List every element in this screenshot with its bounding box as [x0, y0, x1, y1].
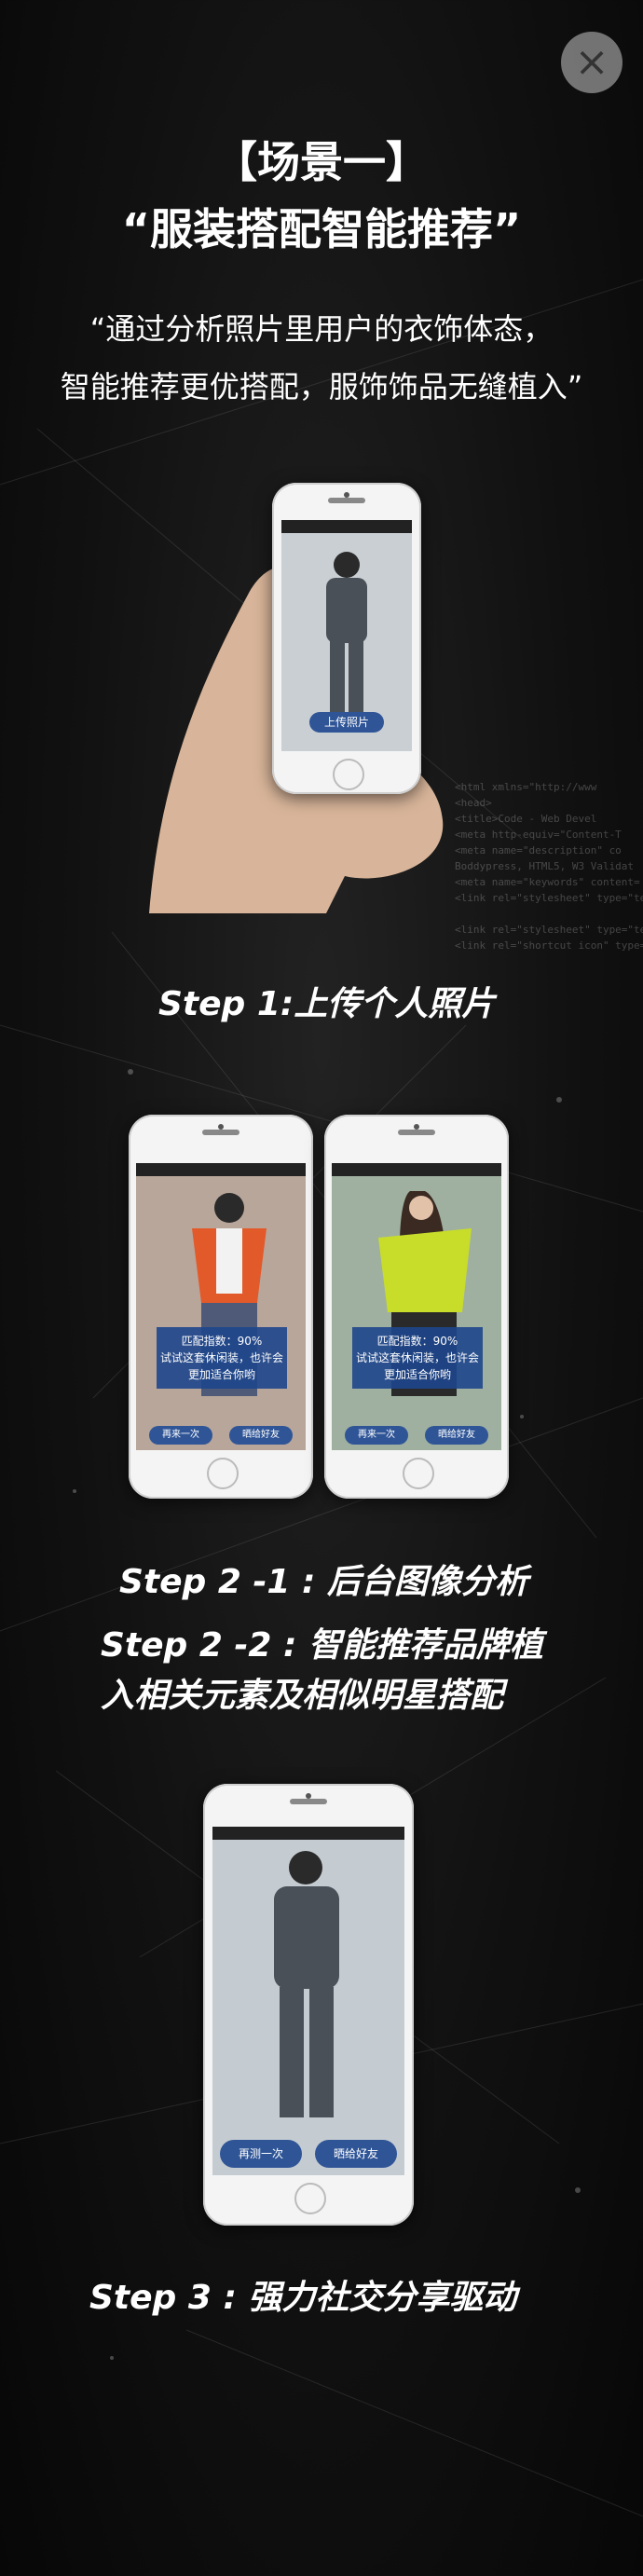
intro-quote-line2: 智能推荐更优搭配，服饰饰品无缝植入” — [60, 369, 583, 404]
share-friends-button[interactable]: 晒给好友 — [425, 1426, 488, 1445]
home-button[interactable] — [403, 1458, 434, 1489]
intro-quote-line1: “通过分析照片里用户的衣饰体态， — [89, 311, 554, 347]
try-again-button[interactable]: 再来一次 — [149, 1426, 212, 1445]
step2-2-label: Step 2 -2 : 智能推荐品牌植 — [101, 1626, 543, 1665]
match-score: 匹配指数：90% — [376, 1335, 458, 1348]
home-button[interactable] — [294, 2183, 326, 2214]
person-photo — [212, 1840, 404, 2175]
step2-left-screen: 匹配指数：90% 试试这套休闲装，也许会 更加适合你哟 再来一次 晒给好友 — [136, 1163, 306, 1450]
step3-phone: 再测一次 晒给好友 — [203, 1784, 414, 2226]
match-suggestion: 试试这套休闲装，也许会 — [355, 1351, 479, 1364]
share-friends-button[interactable]: 晒给好友 — [315, 2140, 397, 2168]
match-suggestion-tail: 更加适合你哟 — [187, 1368, 255, 1381]
match-result-box: 匹配指数：90% 试试这套休闲装，也许会 更加适合你哟 — [157, 1327, 287, 1389]
page-title-line1: 【场景一】 — [214, 137, 429, 187]
step2-right-screen: 匹配指数：90% 试试这套休闲装，也许会 更加适合你哟 再来一次 晒给好友 — [332, 1163, 501, 1450]
step3-screen: 再测一次 晒给好友 — [212, 1827, 404, 2175]
step1-label: Step 1:上传个人照片 — [158, 985, 496, 1023]
speaker-grille — [202, 1130, 239, 1135]
try-again-button[interactable]: 再来一次 — [345, 1426, 408, 1445]
person-photo — [332, 1176, 501, 1450]
close-icon[interactable]: × — [561, 32, 622, 93]
background-code-snippet: <html xmlns="http://www <head> <title>Co… — [455, 781, 643, 952]
step3-label: Step 3 : 强力社交分享驱动 — [89, 2279, 517, 2317]
step1-phone: 上传照片 — [272, 483, 421, 794]
person-photo — [136, 1176, 306, 1450]
step2-right-phone: 匹配指数：90% 试试这套休闲装，也许会 更加适合你哟 再来一次 晒给好友 — [324, 1115, 509, 1499]
share-friends-button[interactable]: 晒给好友 — [229, 1426, 293, 1445]
speaker-grille — [290, 1799, 327, 1804]
step2-2-label-cont: 入相关元素及相似明星搭配 — [101, 1677, 504, 1715]
step2-left-phone: 匹配指数：90% 试试这套休闲装，也许会 更加适合你哟 再来一次 晒给好友 — [129, 1115, 313, 1499]
home-button[interactable] — [207, 1458, 239, 1489]
step2-1-label: Step 2 -1 : 后台图像分析 — [119, 1563, 528, 1601]
home-button[interactable] — [333, 759, 364, 790]
speaker-grille — [328, 498, 365, 503]
match-suggestion-tail: 更加适合你哟 — [383, 1368, 451, 1381]
step1-screen: 上传照片 — [281, 520, 412, 751]
upload-photo-button[interactable]: 上传照片 — [309, 712, 384, 733]
speaker-grille — [398, 1130, 435, 1135]
test-again-button[interactable]: 再测一次 — [220, 2140, 302, 2168]
match-score: 匹配指数：90% — [181, 1335, 263, 1348]
match-suggestion: 试试这套休闲装，也许会 — [159, 1351, 283, 1364]
match-result-box: 匹配指数：90% 试试这套休闲装，也许会 更加适合你哟 — [352, 1327, 483, 1389]
page-title-line2: “服装搭配智能推荐” — [121, 204, 522, 254]
